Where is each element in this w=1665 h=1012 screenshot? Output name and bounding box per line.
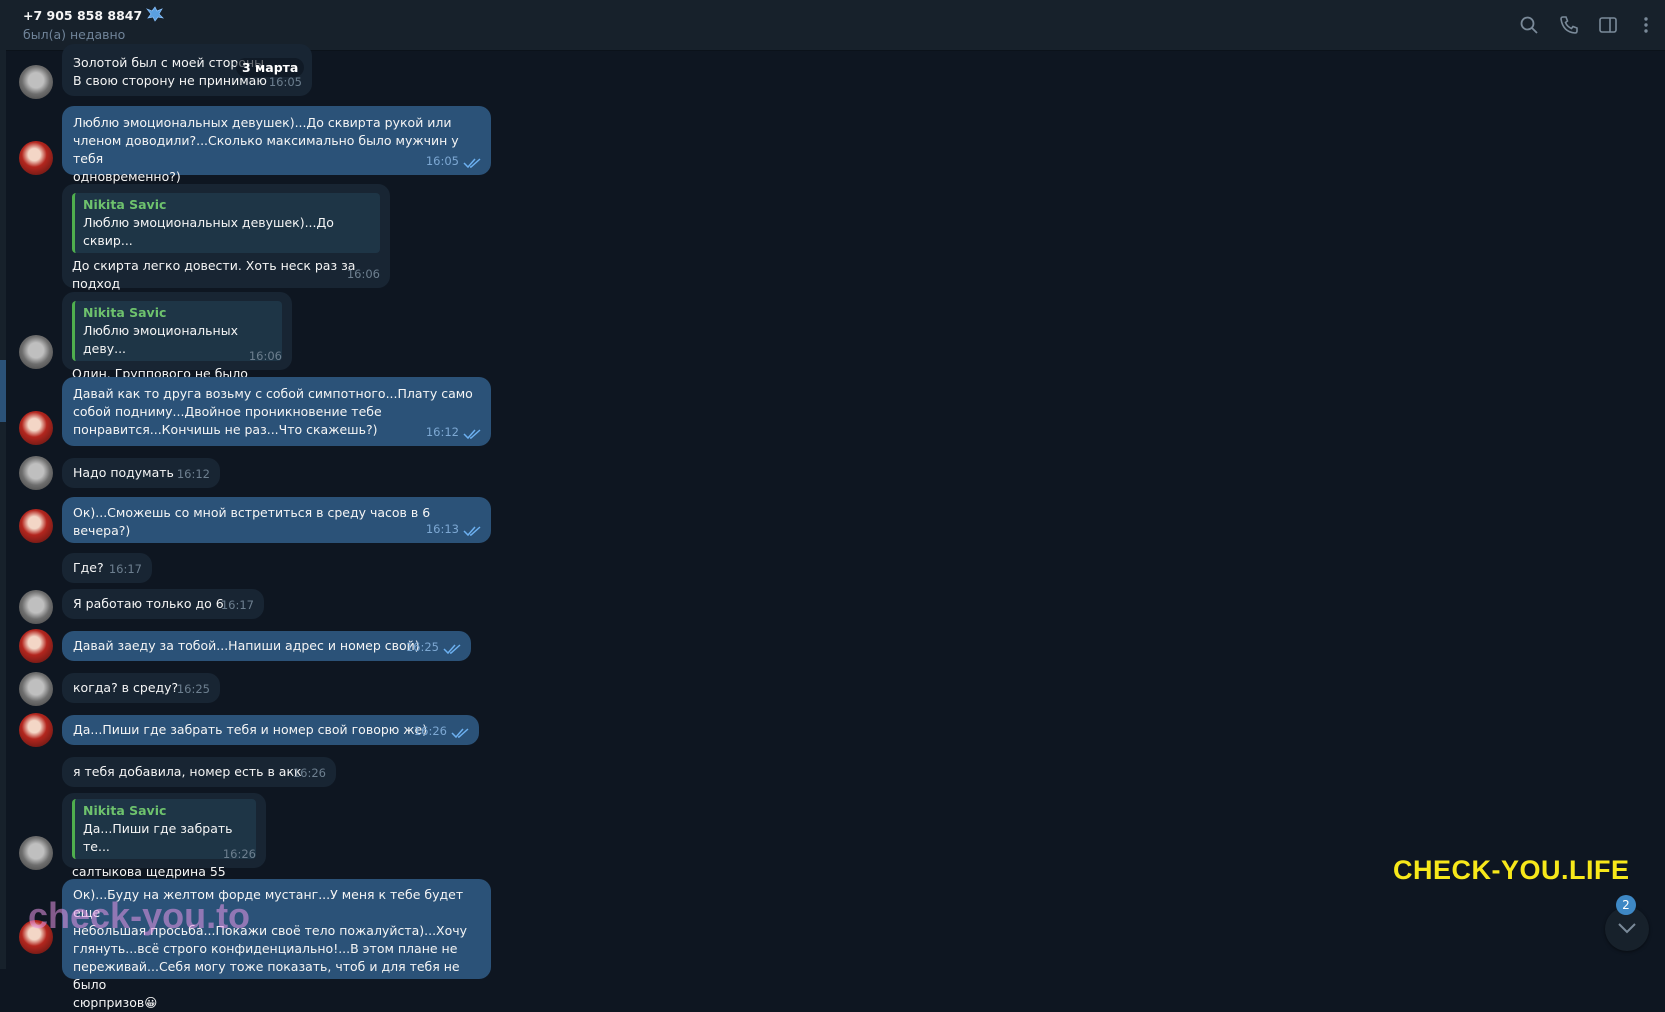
watermark-bottom: check-you.to <box>28 895 251 936</box>
avatar[interactable] <box>19 713 53 747</box>
message-text: салтыкова щедрина 55 <box>72 864 226 879</box>
sidebar-toggle-icon[interactable] <box>1598 15 1618 35</box>
message-time: 16:25 <box>405 640 439 654</box>
chat-title[interactable]: +7 905 858 8847 <box>23 6 165 25</box>
message-outgoing[interactable]: Люблю эмоциональных девушек)...До сквирт… <box>62 106 491 184</box>
double-check-icon <box>463 429 481 440</box>
chevron-down-icon <box>1618 923 1636 934</box>
message-incoming[interactable]: когда? в среду? 16:25 <box>62 673 220 703</box>
message-outgoing[interactable]: Ок)...Сможешь со мной встретиться в сред… <box>62 497 491 543</box>
avatar[interactable] <box>19 335 53 369</box>
avatar[interactable] <box>19 590 53 624</box>
message-text: Люблю эмоциональных девушек)...До сквирт… <box>73 115 459 184</box>
message-time: 16:06 <box>346 267 380 281</box>
message-outgoing[interactable]: Давай как то друга возьму с собой симпот… <box>62 377 491 446</box>
message-incoming[interactable]: Я работаю только до 6 16:17 <box>62 589 264 619</box>
unread-count-badge: 2 <box>1616 895 1636 915</box>
message-incoming[interactable]: Надо подумать 16:12 <box>62 458 220 488</box>
message-text: Да...Пиши где забрать тебя и номер свой … <box>73 722 428 737</box>
message-incoming[interactable]: Nikita Savic Люблю эмоциональных девушек… <box>62 184 390 317</box>
contact-phone[interactable]: +7 905 858 8847 <box>23 8 142 23</box>
message-time: 16:05 <box>425 154 459 168</box>
chat-list-edge <box>0 0 6 969</box>
double-check-icon <box>451 728 469 739</box>
reply-quote[interactable]: Nikita Savic Люблю эмоциональных девушек… <box>72 193 380 253</box>
premium-badge-icon <box>146 6 165 25</box>
last-seen-status: был(а) недавно <box>23 27 126 42</box>
avatar[interactable] <box>19 65 53 99</box>
message-text: Ок)...Сможешь со мной встретиться в сред… <box>73 505 431 538</box>
search-icon[interactable] <box>1519 15 1539 35</box>
avatar[interactable] <box>19 836 53 870</box>
message-time: 16:26 <box>413 724 447 738</box>
message-text: я тебя добавила, номер есть в акк <box>73 764 302 779</box>
selected-chat-indicator <box>0 360 6 422</box>
message-time: 16:12 <box>425 425 459 439</box>
message-text: Давай как то друга возьму с собой симпот… <box>73 386 473 437</box>
double-check-icon <box>463 158 481 169</box>
watermark-top: CHECK-YOU.LIFE <box>1393 855 1630 885</box>
message-incoming[interactable]: Nikita Savic Люблю эмоциональных деву...… <box>62 292 292 381</box>
reply-text: Люблю эмоциональных девушек)...До сквир.… <box>83 215 334 248</box>
double-check-icon <box>443 644 461 655</box>
more-vertical-icon[interactable] <box>1636 15 1656 35</box>
reply-text: Люблю эмоциональных деву... <box>83 323 238 356</box>
avatar[interactable] <box>19 411 53 445</box>
message-time: 16:17 <box>220 598 254 612</box>
message-outgoing[interactable]: Давай заеду за тобой...Напиши адрес и но… <box>62 631 471 661</box>
message-time: 16:25 <box>176 682 210 696</box>
message-time: 16:17 <box>108 562 142 576</box>
message-time: 16:13 <box>425 522 459 536</box>
reply-author: Nikita Savic <box>83 197 167 212</box>
message-incoming[interactable]: я тебя добавила, номер есть в акк 16:26 <box>62 757 336 787</box>
message-text: Давай заеду за тобой...Напиши адрес и но… <box>73 638 420 653</box>
message-time: 16:26 <box>292 766 326 780</box>
avatar[interactable] <box>19 141 53 175</box>
message-outgoing[interactable]: Да...Пиши где забрать тебя и номер свой … <box>62 715 479 745</box>
message-incoming[interactable]: Nikita Savic Да...Пиши где забрать те...… <box>62 793 266 879</box>
phone-icon[interactable] <box>1559 15 1579 35</box>
avatar[interactable] <box>19 509 53 543</box>
message-time: 16:06 <box>248 349 282 363</box>
date-separator: 3 марта <box>236 58 305 77</box>
message-incoming[interactable]: Где? 16:17 <box>62 553 152 583</box>
avatar[interactable] <box>19 629 53 663</box>
avatar[interactable] <box>19 672 53 706</box>
reply-author: Nikita Savic <box>83 803 167 818</box>
reply-author: Nikita Savic <box>83 305 167 320</box>
double-check-icon <box>463 526 481 537</box>
message-time: 16:26 <box>222 847 256 861</box>
message-text: До скирта легко довести. Хоть неск раз з… <box>72 258 356 291</box>
message-time: 16:12 <box>176 467 210 481</box>
avatar[interactable] <box>19 456 53 490</box>
